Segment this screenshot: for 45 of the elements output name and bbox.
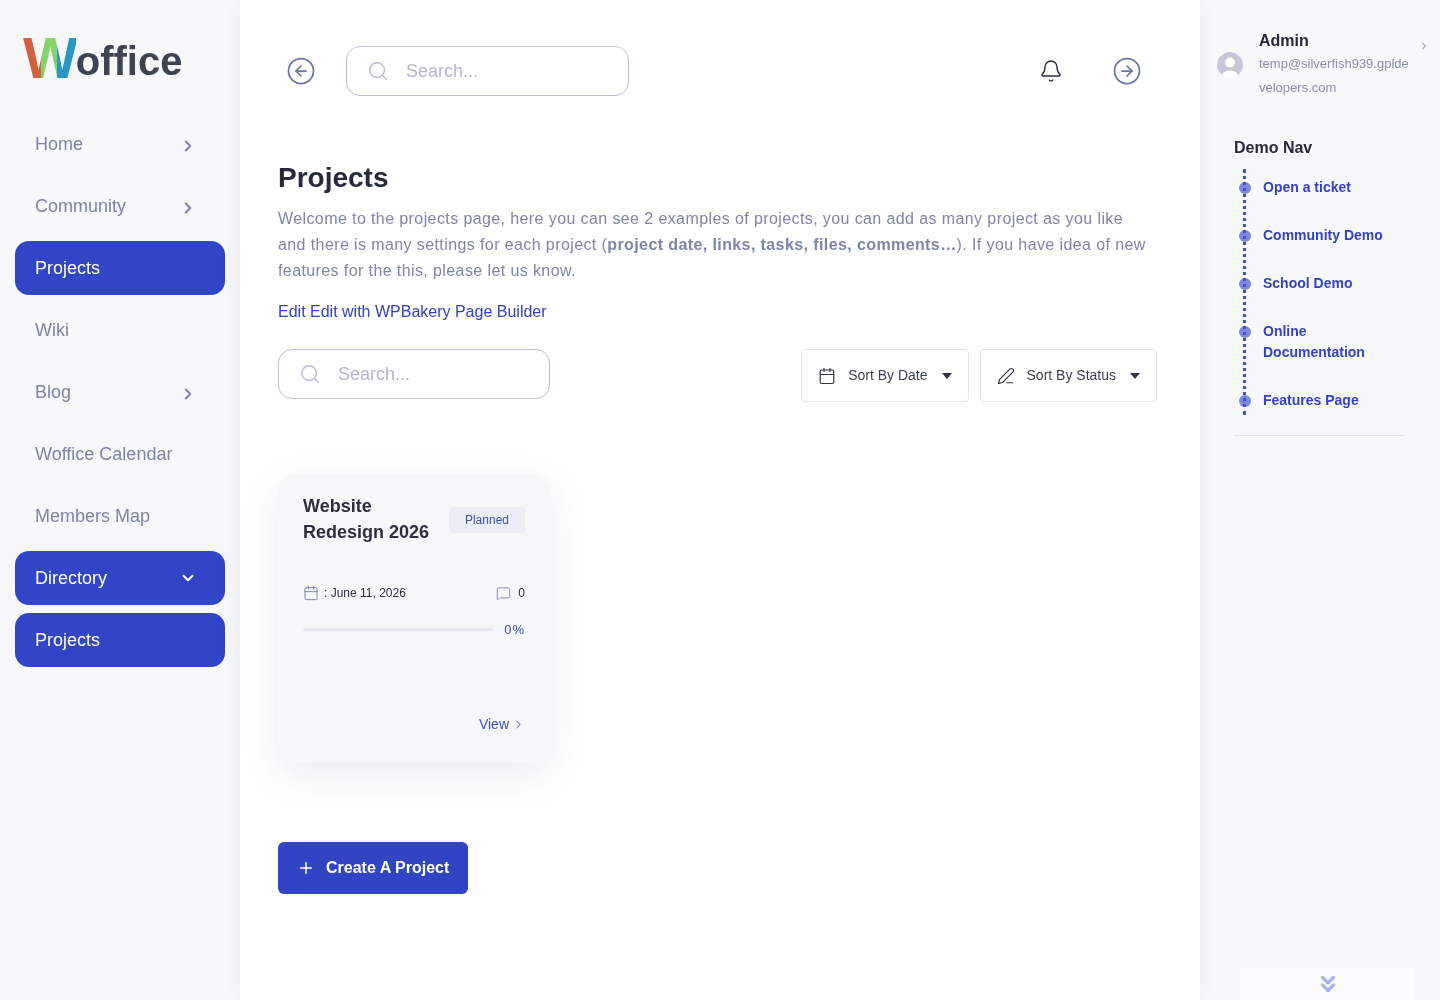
sidebar-item[interactable]: Wiki	[15, 303, 225, 357]
sidebar-item[interactable]: Woffice Calendar	[15, 427, 225, 481]
timeline-dot-icon	[1239, 278, 1251, 290]
project-title: Website Redesign 2026	[303, 495, 431, 544]
sidebar-item[interactable]: Directory	[15, 551, 225, 605]
sidebar-item[interactable]: Projects	[15, 241, 225, 295]
user-name: Admin	[1259, 31, 1310, 51]
edit-link[interactable]: Edit Edit with WPBakery Page Builder	[278, 300, 547, 324]
caret-icon	[1130, 372, 1140, 379]
sidebar-item[interactable]: Members Map	[15, 489, 225, 543]
sort-button[interactable]: Sort By Status	[979, 349, 1157, 402]
status-badge: Planned	[448, 507, 525, 533]
timeline-dot-icon	[1239, 182, 1251, 194]
search-icon	[299, 363, 321, 385]
caret-icon	[941, 372, 952, 379]
timeline-dot-icon	[1239, 326, 1251, 338]
avatar-icon	[1217, 52, 1243, 78]
search-field[interactable]: Search...	[346, 46, 629, 96]
calendar-icon	[818, 366, 837, 385]
progress-percent: 0%	[504, 621, 525, 639]
nav-link[interactable]: School Demo	[1263, 273, 1398, 294]
sort-button[interactable]: Sort By Date	[801, 349, 969, 402]
search-icon	[367, 60, 389, 82]
timeline-dot-icon	[1239, 230, 1251, 242]
sidebar-item[interactable]: Community	[15, 179, 225, 233]
comment-icon	[496, 585, 512, 601]
nav-link[interactable]: Community Demo	[1263, 225, 1398, 246]
date-text: : June 11, 2026	[324, 585, 406, 602]
section-title: Demo Nav	[1234, 138, 1314, 158]
nav-link[interactable]: Open a ticket	[1263, 177, 1398, 198]
pen-icon	[996, 366, 1015, 385]
calendar-icon	[303, 585, 319, 601]
comment-count: 0	[518, 585, 525, 602]
timeline-dot-icon	[1239, 395, 1251, 407]
page-description: Welcome to the projects page, here you can see 2 examples of projects, you can add as many project as you like and there is many settings for each project (project date, links, tasks, files, comments…). If you have idea of new features for the this, please let us know.	[278, 209, 1147, 281]
search-field[interactable]: Search...	[278, 349, 550, 399]
sidebar-item[interactable]: Projects	[15, 613, 225, 667]
create-project-button[interactable]: Create A Project	[278, 841, 469, 894]
bell-icon[interactable]	[1039, 59, 1063, 83]
user-email: temp@silverfish939.gpldevelopers.com	[1259, 55, 1410, 97]
view-link[interactable]: View	[478, 713, 525, 735]
nav-link[interactable]: Online Documentation	[1263, 321, 1398, 363]
logo[interactable]: Woffice	[23, 30, 183, 86]
nav-link[interactable]: Features Page	[1263, 390, 1398, 411]
page-title: Projects	[278, 161, 390, 195]
